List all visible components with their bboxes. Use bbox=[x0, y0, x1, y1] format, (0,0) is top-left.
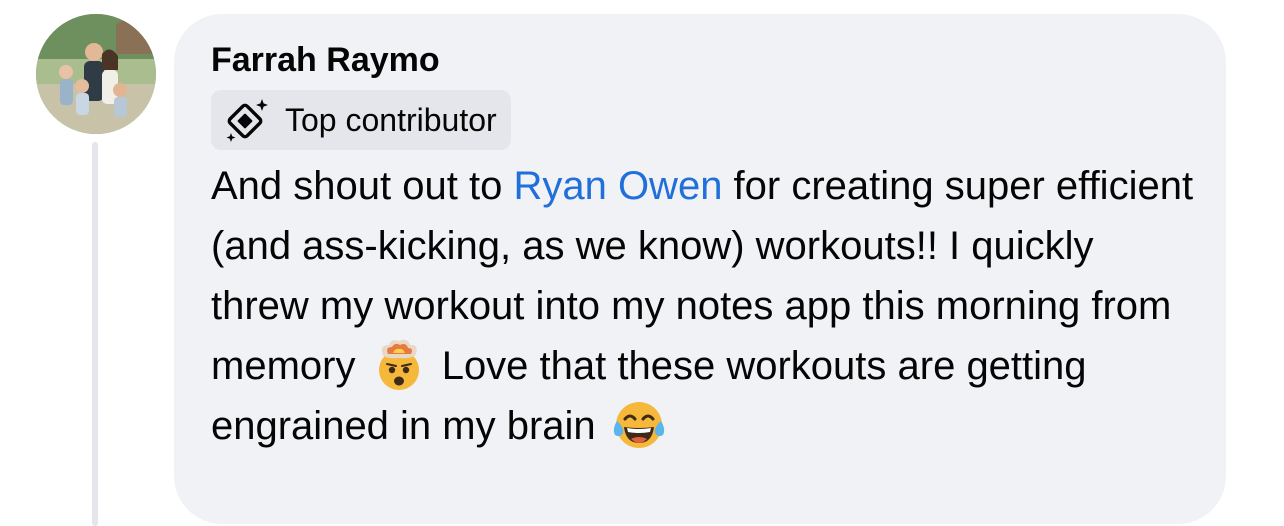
avatar[interactable] bbox=[36, 14, 156, 134]
comment-bubble: Farrah Raymo Top contributor And shout o… bbox=[174, 14, 1226, 524]
badge-label: Top contributor bbox=[285, 101, 497, 138]
reply-thread-line bbox=[92, 142, 98, 526]
comment-text-part: And shout out to bbox=[211, 164, 514, 208]
mention-link[interactable]: Ryan Owen bbox=[513, 164, 722, 208]
comment-text: And shout out to Ryan Owen for creating … bbox=[211, 156, 1201, 456]
exploding-head-emoji-icon bbox=[371, 337, 427, 393]
top-contributor-badge[interactable]: Top contributor bbox=[211, 90, 511, 150]
top-contributor-icon bbox=[225, 97, 271, 143]
tears-of-joy-emoji-icon bbox=[611, 397, 667, 453]
comment-author-name[interactable]: Farrah Raymo bbox=[211, 38, 1196, 82]
